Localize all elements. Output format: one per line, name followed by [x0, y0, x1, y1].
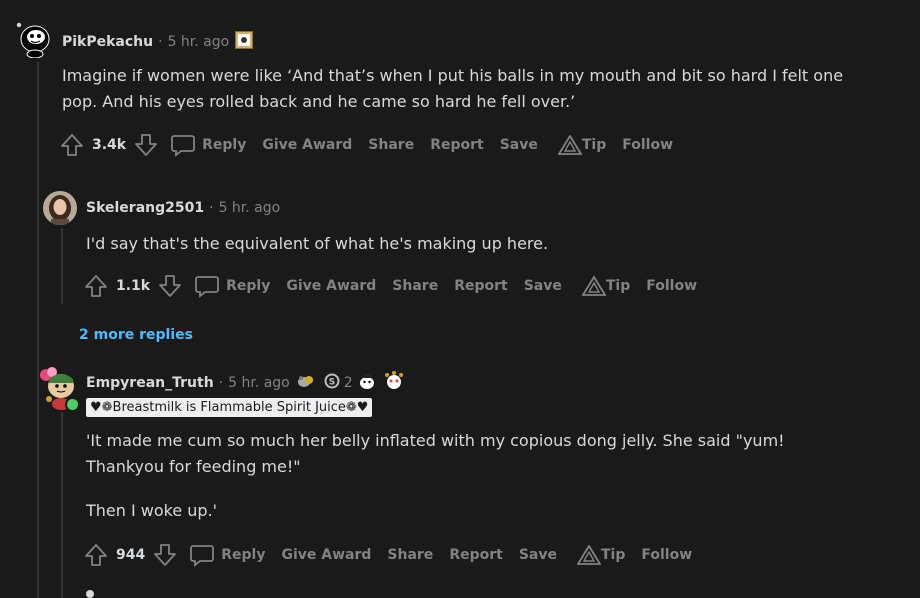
- reply-label: Reply: [226, 278, 271, 294]
- downvote-arrow-icon: [159, 275, 182, 297]
- comment-bubble-icon: [195, 276, 220, 298]
- tip-triangle-icon: [557, 135, 582, 155]
- thread-line-root[interactable]: [37, 62, 39, 598]
- comment-author[interactable]: PikPekachu: [62, 34, 153, 50]
- reply-button[interactable]: Reply: [189, 543, 265, 567]
- vote-count: 1.1k: [116, 278, 151, 294]
- give-award-button[interactable]: Give Award: [281, 547, 371, 563]
- vote-count: 944: [116, 547, 146, 563]
- award-icon[interactable]: [235, 31, 254, 53]
- separator-dot: ·: [218, 375, 224, 391]
- downvote-button[interactable]: [153, 543, 177, 567]
- comment-actions: 3.4k Reply Give Award Share Report Save …: [60, 131, 689, 159]
- tip-button[interactable]: Tip: [581, 276, 631, 296]
- tip-triangle-icon: [581, 276, 606, 296]
- snoo-avatar-icon: [16, 22, 50, 58]
- upvote-arrow-icon: [85, 544, 107, 566]
- avatar[interactable]: [43, 191, 77, 225]
- comment-actions: 1.1k Reply Give Award Share Report Save …: [84, 272, 713, 300]
- save-button[interactable]: Save: [524, 278, 562, 294]
- save-button[interactable]: Save: [500, 137, 538, 153]
- share-button[interactable]: Share: [368, 137, 414, 153]
- upvote-button[interactable]: [84, 274, 108, 298]
- upvote-button[interactable]: [84, 543, 108, 567]
- follow-button[interactable]: Follow: [622, 137, 673, 153]
- vote-count: 3.4k: [92, 137, 127, 153]
- follow-button[interactable]: Follow: [646, 278, 697, 294]
- comment-timestamp[interactable]: 5 hr. ago: [168, 34, 230, 50]
- upvote-button[interactable]: [60, 133, 84, 157]
- next-comment-avatar[interactable]: [86, 590, 94, 598]
- reply-button[interactable]: Reply: [194, 274, 270, 298]
- comment-body-line: 'It made me cum so much her belly inflat…: [86, 431, 785, 450]
- comment-timestamp[interactable]: 5 hr. ago: [228, 375, 290, 391]
- tip-label: Tip: [581, 137, 607, 153]
- report-button[interactable]: Report: [430, 137, 484, 153]
- silver-award-icon[interactable]: S: [324, 373, 340, 393]
- comment-body-line: Imagine if women were like ‘And that’s w…: [62, 66, 844, 85]
- tip-label: Tip: [605, 278, 631, 294]
- comment-body-line: Thankyou for feeding me!": [86, 457, 301, 476]
- user-photo-icon: [43, 191, 77, 225]
- comment-body-line: I'd say that's the equivalent of what he…: [86, 234, 549, 253]
- comment-timestamp[interactable]: 5 hr. ago: [219, 200, 281, 216]
- downvote-arrow-icon: [135, 134, 158, 156]
- comment-body-line: Then I woke up.': [86, 501, 218, 520]
- upvote-arrow-icon: [61, 134, 83, 156]
- avatar[interactable]: [16, 18, 52, 58]
- downvote-button[interactable]: [134, 133, 158, 157]
- tip-button[interactable]: Tip: [557, 135, 607, 155]
- reply-label: Reply: [202, 137, 247, 153]
- tip-label: Tip: [600, 547, 626, 563]
- thread-line-reply[interactable]: [61, 228, 63, 304]
- reply-label: Reply: [221, 547, 266, 563]
- comment-actions: 944 Reply Give Award Share Report Save T…: [84, 541, 708, 569]
- more-replies-link[interactable]: 2 more replies: [79, 327, 193, 343]
- comment-author[interactable]: Empyrean_Truth: [86, 375, 214, 391]
- report-button[interactable]: Report: [449, 547, 503, 563]
- follow-button[interactable]: Follow: [641, 547, 692, 563]
- reply-button[interactable]: Reply: [170, 133, 246, 157]
- give-award-button[interactable]: Give Award: [286, 278, 376, 294]
- upvote-arrow-icon: [85, 275, 107, 297]
- award-icon[interactable]: [296, 373, 316, 393]
- downvote-arrow-icon: [154, 544, 177, 566]
- separator-dot: ·: [209, 200, 214, 216]
- online-status-indicator: [65, 397, 80, 412]
- award-icon[interactable]: [383, 371, 405, 395]
- tip-triangle-icon: [576, 545, 601, 565]
- comment-body: Imagine if women were like ‘And that’s w…: [62, 63, 902, 115]
- downvote-button[interactable]: [158, 274, 182, 298]
- separator-dot: ·: [158, 34, 163, 50]
- share-button[interactable]: Share: [392, 278, 438, 294]
- award-icon[interactable]: [357, 372, 377, 394]
- share-button[interactable]: Share: [387, 547, 433, 563]
- comment-body-line: pop. And his eyes rolled back and he cam…: [62, 92, 576, 111]
- save-button[interactable]: Save: [519, 547, 557, 563]
- thread-line-reply-2[interactable]: [61, 412, 63, 598]
- give-award-button[interactable]: Give Award: [262, 137, 352, 153]
- user-flair[interactable]: ♥❁Breastmilk is Flammable Spirit Juice❁♥: [86, 398, 373, 417]
- tip-button[interactable]: Tip: [576, 545, 626, 565]
- comment-bubble-icon: [190, 545, 215, 567]
- comment-author[interactable]: Skelerang2501: [86, 200, 204, 216]
- svg-text:S: S: [329, 378, 335, 388]
- comment-bubble-icon: [171, 135, 196, 157]
- report-button[interactable]: Report: [454, 278, 508, 294]
- comment-body: I'd say that's the equivalent of what he…: [86, 231, 886, 257]
- comment-body: 'It made me cum so much her belly inflat…: [86, 428, 906, 524]
- award-count: 2: [343, 375, 353, 391]
